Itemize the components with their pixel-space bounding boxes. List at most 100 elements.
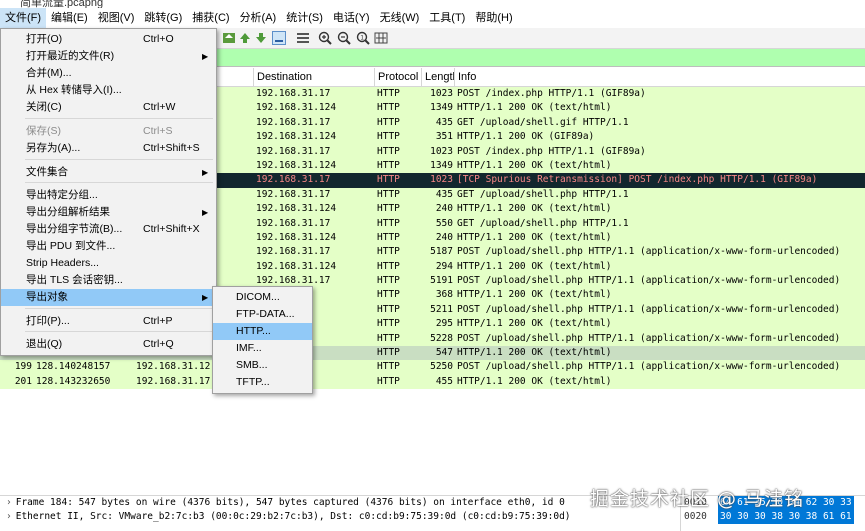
file-menu-item[interactable]: 另存为(A)... Ctrl+Shift+S [1,140,216,157]
hex-offset: 0020 [684,511,707,522]
file-menu-item[interactable]: 关闭(C) Ctrl+W [1,99,216,116]
column-header-protocol[interactable]: Protocol [374,68,421,86]
menu-file[interactable]: 文件(F) [0,8,47,28]
file-menu-item[interactable]: 导出 PDU 到文件... [1,238,216,255]
column-header-destination[interactable]: Destination [253,68,374,86]
file-menu-item[interactable]: 退出(Q) Ctrl+Q [1,336,216,353]
packet-destination: 192.168.31.124 [256,159,337,171]
column-header-info[interactable]: Info [454,68,865,86]
packet-row[interactable]: 199 128.140248157 192.168.31.12 HTTP 5250 POS… [0,360,865,375]
packet-info: POST /upload/shell.php HTTP/1.1 (applica… [457,332,841,344]
menu-item-shortcut: Ctrl+Shift+X [143,223,200,235]
menu-tools[interactable]: 工具(T) [424,8,470,28]
menu-item-shortcut: Ctrl+W [143,101,176,113]
zoom-in-icon[interactable] [318,31,332,45]
export-objects-item[interactable]: IMF... [213,340,312,357]
menu-analyze[interactable]: 分析(A) [235,8,282,28]
menu-item-label: 退出(Q) [26,338,63,350]
file-menu-item[interactable]: 打开(O) Ctrl+O [1,31,216,48]
detail-text: Ethernet II, Src: VMware_b2:7c:b3 (00:0c… [15,511,571,522]
packet-protocol: HTTP [377,145,400,157]
menu-statistics[interactable]: 统计(S) [281,8,328,28]
detail-row-ethernet[interactable]: › Ethernet II, Src: VMware_b2:7c:b3 (00:0… [0,510,700,524]
packet-length: 1023 [430,88,453,99]
packet-number: 201 [14,375,32,387]
go-up-icon[interactable] [238,31,252,45]
menu-item-label: 关闭(C) [26,101,62,113]
detail-text: Frame 184: 547 bytes on wire (4376 bits)… [15,497,565,508]
packet-info: GET /upload/shell.php HTTP/1.1 [457,188,629,200]
export-objects-item[interactable]: FTP-DATA... [213,306,312,323]
export-objects-item[interactable]: SMB... [213,357,312,374]
menu-item-shortcut: Ctrl+P [143,315,173,327]
packet-info: HTTP/1.1 200 OK (text/html) [457,375,612,387]
file-menu-item[interactable]: 导出对象 ▶ [1,289,216,306]
menu-help[interactable]: 帮助(H) [470,8,517,28]
expand-arrow-icon[interactable]: › [6,497,12,508]
menu-telephony[interactable]: 电话(Y) [328,8,375,28]
export-objects-item[interactable]: TFTP... [213,374,312,391]
go-down-icon[interactable] [254,31,268,45]
file-menu-item[interactable]: 文件集合 ▶ [1,164,216,181]
packet-destination: 192.168.31.17 [256,188,331,200]
menu-item-label: 打开最近的文件(R) [26,50,115,62]
file-menu-item[interactable]: 导出特定分组... [1,187,216,204]
menu-capture[interactable]: 捕获(C) [187,8,234,28]
menu-wireless[interactable]: 无线(W) [375,8,425,28]
export-objects-item[interactable]: HTTP... [213,323,312,340]
packet-info: POST /upload/shell.php HTTP/1.1 (applica… [457,303,841,315]
menu-go[interactable]: 跳转(G) [139,8,187,28]
file-menu-item[interactable]: 打印(P)... Ctrl+P [1,313,216,330]
packet-protocol: HTTP [377,275,400,287]
submenu-arrow-icon: ▶ [202,293,209,302]
packet-row[interactable]: 201 128.143232650 192.168.31.17 HTTP 455 HTTP… [0,374,865,390]
packet-source: 192.168.31.17 [136,375,211,387]
packet-length: 547 [435,347,453,359]
packet-info: HTTP/1.1 200 OK (text/html) [457,231,612,243]
menu-item-shortcut: Ctrl+S [143,125,173,137]
file-menu-item[interactable]: 打开最近的文件(R) ▶ [1,48,216,65]
export-objects-item[interactable]: DICOM... [213,289,312,306]
file-menu-item[interactable]: Strip Headers... [1,255,216,272]
packet-protocol: HTTP [377,332,400,344]
file-menu-item[interactable]: 合并(M)... [1,65,216,82]
packet-length: 5191 [430,275,453,287]
autoscroll-icon[interactable] [272,31,286,45]
packet-protocol: HTTP [377,188,400,200]
packet-length: 550 [435,217,453,229]
packet-info: HTTP/1.1 200 OK (text/html) [457,347,612,359]
packet-length: 5211 [430,303,453,315]
submenu-arrow-icon: ▶ [202,208,209,217]
zoom-normal-icon[interactable]: 1 [356,31,370,45]
menu-item-label: 另存为(A)... [26,142,81,154]
packet-length: 5250 [430,361,453,373]
menu-item-label: HTTP... [236,325,271,337]
packet-info: HTTP/1.1 200 OK (text/html) [457,102,612,114]
file-menu-item[interactable]: 导出分组字节流(B)... Ctrl+Shift+X [1,221,216,238]
packet-protocol: HTTP [377,217,400,229]
menu-item-label: Strip Headers... [26,257,99,269]
packet-protocol: HTTP [377,203,400,215]
menu-item-label: 导出特定分组... [26,189,98,201]
packet-protocol: HTTP [377,347,400,359]
packet-protocol: HTTP [377,303,400,315]
hex-bytes[interactable]: 30 30 30 38 30 38 61 61 [718,510,854,524]
file-menu-item[interactable]: 从 Hex 转储导入(I)... [1,82,216,99]
file-menu-item[interactable]: 导出分组解析结果 ▶ [1,204,216,221]
submenu-arrow-icon: ▶ [202,168,209,177]
colorize-icon[interactable] [296,31,310,45]
packet-info: HTTP/1.1 200 OK (GIF89a) [457,131,595,143]
packet-protocol: HTTP [377,361,400,373]
svg-text:1: 1 [360,34,364,41]
zoom-out-icon[interactable] [337,31,351,45]
column-header-length[interactable]: Length [421,68,454,86]
menu-edit[interactable]: 编辑(E) [46,8,93,28]
menu-item-label: 合并(M)... [26,67,72,79]
menu-view[interactable]: 视图(V) [93,8,140,28]
expand-arrow-icon[interactable]: › [6,511,12,522]
packet-info: POST /index.php HTTP/1.1 (GIF89a) [457,145,646,157]
resize-columns-icon[interactable] [374,31,388,45]
go-first-icon[interactable] [222,31,236,45]
menu-separator [25,182,213,183]
file-menu-item[interactable]: 导出 TLS 会话密钥... [1,272,216,289]
